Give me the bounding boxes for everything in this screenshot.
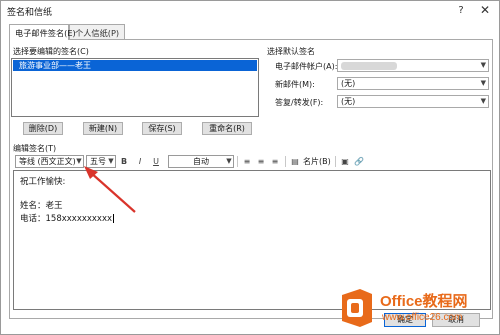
toolbar-divider <box>285 156 286 167</box>
account-redacted <box>341 62 397 70</box>
toolbar-divider <box>335 156 336 167</box>
tab-personal-stationery[interactable]: 个人信纸(P) <box>69 24 125 39</box>
close-button[interactable]: ✕ <box>474 2 496 19</box>
color-chevron-down-icon[interactable]: ▼ <box>223 155 235 168</box>
toolbar-divider <box>237 156 238 167</box>
chevron-down-icon: ▼ <box>480 97 486 105</box>
font-chevron-down-icon[interactable]: ▼ <box>73 155 85 168</box>
office-logo-icon <box>342 289 372 327</box>
italic-icon[interactable]: I <box>134 155 146 168</box>
align-center-icon[interactable]: ≡ <box>255 155 267 168</box>
new-button[interactable]: 新建(N) <box>83 122 123 135</box>
new-messages-select[interactable]: (无) ▼ <box>337 77 489 90</box>
tab-email-signature[interactable]: 电子邮件签名(E) <box>9 24 76 40</box>
bold-icon[interactable]: B <box>118 155 130 168</box>
business-card-icon[interactable]: ▤ <box>289 155 301 168</box>
formatting-toolbar: 等线 (西文正文) ▼ 五号 ▼ B I U 自动 ▼ ≡ ≡ ≡ ▤ 名片(B… <box>13 154 491 169</box>
watermark-title: Office教程网 <box>380 293 468 310</box>
save-button[interactable]: 保存(S) <box>142 122 182 135</box>
reply-forward-select[interactable]: (无) ▼ <box>337 95 489 108</box>
business-card-button[interactable]: 名片(B) <box>303 155 331 168</box>
signature-list[interactable]: 旅游事业部——老王 <box>11 58 259 117</box>
editor-line: 祝工作愉快: <box>20 177 66 187</box>
select-signature-label: 选择要编辑的签名(C) <box>13 47 89 56</box>
align-right-icon[interactable]: ≡ <box>269 155 281 168</box>
new-messages-value: (无) <box>341 79 356 88</box>
insert-picture-icon[interactable]: ▣ <box>339 155 351 168</box>
font-color-value: 自动 <box>193 157 209 166</box>
delete-button[interactable]: 删除(D) <box>23 122 63 135</box>
rename-button[interactable]: 重命名(R) <box>202 122 252 135</box>
reply-forward-label: 答复/转发(F): <box>275 98 324 107</box>
insert-hyperlink-icon[interactable]: 🔗 <box>353 155 365 168</box>
size-chevron-down-icon[interactable]: ▼ <box>105 155 117 168</box>
watermark-url: www.office26.com <box>382 312 463 323</box>
dialog-title: 签名和信纸 <box>7 8 53 18</box>
help-button[interactable]: ? <box>452 2 470 19</box>
font-size-value: 五号 <box>90 157 106 166</box>
align-left-icon[interactable]: ≡ <box>241 155 253 168</box>
edit-signature-label: 编辑签名(T) <box>13 144 57 153</box>
title-bar: 签名和信纸 ? ✕ <box>1 1 499 21</box>
email-account-label: 电子邮件帐户(A): <box>275 62 338 71</box>
list-item[interactable]: 旅游事业部——老王 <box>13 60 257 71</box>
email-account-select[interactable]: ▼ <box>337 59 489 72</box>
default-signature-label: 选择默认签名 <box>267 47 315 56</box>
editor-line-text: 电话：158xxxxxxxxxx <box>20 214 113 224</box>
underline-icon[interactable]: U <box>150 155 162 168</box>
editor-line: 电话：158xxxxxxxxxx <box>20 212 115 224</box>
font-value: 等线 (西文正文) <box>19 157 76 166</box>
text-caret <box>113 214 115 223</box>
editor-line: 姓名：老王 <box>20 201 63 211</box>
chevron-down-icon: ▼ <box>480 79 486 87</box>
watermark-logo: Office教程网 www.office26.com <box>332 282 500 332</box>
new-messages-label: 新邮件(M): <box>275 80 315 89</box>
chevron-down-icon: ▼ <box>480 61 486 69</box>
reply-forward-value: (无) <box>341 97 356 106</box>
